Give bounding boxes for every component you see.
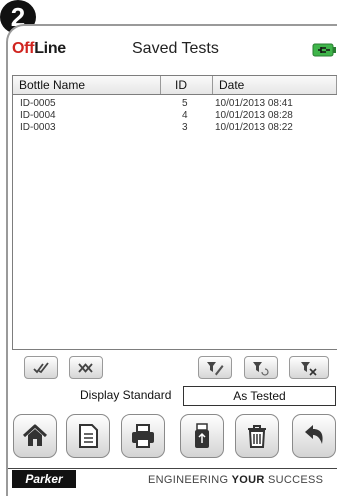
filter-clear-icon	[301, 361, 317, 376]
printer-icon	[132, 424, 154, 448]
print-button[interactable]	[121, 414, 165, 458]
footer-tagline: ENGINEERING YOUR SUCCESS	[148, 474, 323, 486]
cell-date: 10/01/2013 08:22	[215, 122, 293, 133]
cell-date: 10/01/2013 08:28	[215, 110, 293, 121]
cell-id: 4	[182, 110, 188, 121]
tagline-suffix: SUCCESS	[264, 474, 324, 486]
select-all-icon	[33, 361, 49, 373]
tagline-prefix: ENGINEERING	[148, 474, 232, 486]
cell-id: 5	[182, 98, 188, 109]
select-all-button[interactable]	[24, 356, 58, 379]
deselect-all-icon	[78, 362, 93, 373]
document-button[interactable]	[66, 414, 110, 458]
saved-tests-table[interactable]: Bottle Name ID Date ID-0005 5 10/01/2013…	[12, 75, 337, 350]
logo-off: Off	[12, 40, 35, 57]
back-button[interactable]	[292, 414, 336, 458]
filter-reset-icon	[253, 361, 269, 376]
table-row[interactable]: ID-0005 5 10/01/2013 08:41	[13, 98, 337, 110]
usb-icon	[195, 423, 209, 448]
footer-divider	[8, 468, 337, 469]
back-icon	[305, 425, 323, 444]
table-header: Bottle Name ID Date	[13, 76, 337, 95]
home-button[interactable]	[13, 414, 57, 458]
cell-bottle-name: ID-0005	[20, 98, 56, 109]
filter-clear-button[interactable]	[289, 356, 329, 379]
usb-export-button[interactable]	[180, 414, 224, 458]
trash-icon	[248, 425, 266, 448]
filter-edit-button[interactable]	[198, 356, 232, 379]
cell-bottle-name: ID-0004	[20, 110, 56, 121]
cell-id: 3	[182, 122, 188, 133]
column-header-bottle-name[interactable]: Bottle Name	[13, 76, 161, 94]
page-title: Saved Tests	[132, 40, 219, 57]
table-row[interactable]: ID-0003 3 10/01/2013 08:22	[13, 122, 337, 134]
cell-date: 10/01/2013 08:41	[215, 98, 293, 109]
logo-line: Line	[34, 40, 66, 57]
parker-logo: Parker	[12, 470, 76, 488]
table-row[interactable]: ID-0004 4 10/01/2013 08:28	[13, 110, 337, 122]
display-standard-field[interactable]: As Tested	[183, 386, 336, 406]
filter-reset-button[interactable]	[244, 356, 278, 379]
filter-edit-icon	[207, 361, 224, 375]
document-icon	[79, 424, 98, 448]
home-icon	[22, 424, 48, 446]
battery-icon	[312, 43, 336, 57]
display-standard-label: Display Standard	[80, 388, 172, 402]
tagline-bold: YOUR	[231, 474, 265, 486]
delete-button[interactable]	[235, 414, 279, 458]
cell-bottle-name: ID-0003	[20, 122, 56, 133]
deselect-all-button[interactable]	[69, 356, 103, 379]
offline-logo: OffLine	[12, 40, 66, 58]
column-header-id[interactable]: ID	[161, 76, 213, 94]
column-header-date[interactable]: Date	[213, 76, 337, 94]
